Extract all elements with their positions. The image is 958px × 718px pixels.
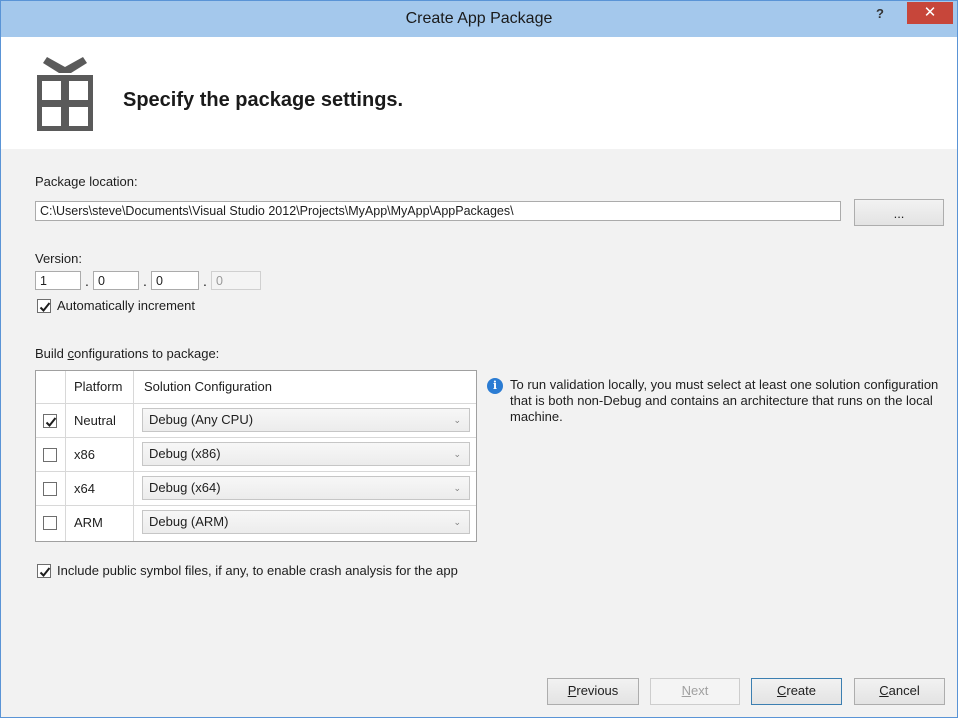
next-button[interactable]: Next [650,678,740,705]
header-panel: Specify the package settings. [1,37,957,149]
version-minor-input[interactable]: 0 [93,271,139,290]
help-button[interactable]: ? [867,3,893,25]
row-checkbox-arm[interactable] [43,516,57,530]
button-label: revious [576,683,619,698]
browse-button[interactable]: ... [854,199,944,226]
solution-configuration-dropdown[interactable]: Debug (ARM) ⌄ [142,510,470,534]
cancel-button[interactable]: Cancel [854,678,945,705]
auto-increment-label: Automatically increment [57,298,195,313]
package-location-label: Package location: [35,174,138,189]
row-platform: Neutral [74,413,116,428]
dropdown-value: Debug (Any CPU) [149,412,254,427]
mnemonic: N [681,683,692,698]
checkmark-icon [45,417,57,427]
previous-button[interactable]: Previous [547,678,639,705]
checkmark-icon [39,302,51,312]
window-title: Create App Package [405,10,553,27]
version-label: Version: [35,251,82,266]
mnemonic: C [776,683,787,698]
label-part: onfigurations to package: [74,346,220,361]
solution-configuration-dropdown[interactable]: Debug (Any CPU) ⌄ [142,408,470,432]
create-button[interactable]: Create [751,678,842,705]
version-separator: . [143,273,147,289]
version-separator: . [85,273,89,289]
info-message: To run validation locally, you must sele… [510,377,939,424]
build-configurations-label: Build configurations to package: [35,346,219,361]
button-label: reate [786,683,817,698]
row-platform: x86 [74,447,95,462]
chevron-down-icon: ⌄ [453,483,461,493]
column-header-solution-configuration[interactable]: Solution Configuration [144,379,272,394]
version-revision-input: 0 [211,271,261,290]
auto-increment-checkbox[interactable] [37,299,51,313]
button-label: ext [691,683,709,698]
chevron-down-icon: ⌄ [453,415,461,425]
create-app-package-dialog: Create App Package ? ✕ Specify the packa… [0,0,958,718]
solution-configuration-dropdown[interactable]: Debug (x86) ⌄ [142,442,470,466]
solution-configuration-dropdown[interactable]: Debug (x64) ⌄ [142,476,470,500]
chevron-down-icon: ⌄ [453,449,461,459]
close-button[interactable]: ✕ [907,2,953,24]
title-bar[interactable]: Create App Package ? ✕ [1,1,957,37]
row-checkbox-neutral[interactable] [43,414,57,428]
dropdown-value: Debug (x86) [149,446,221,461]
row-platform: x64 [74,481,95,496]
checkmark-icon [39,567,51,577]
row-checkbox-x86[interactable] [43,448,57,462]
dropdown-value: Debug (x64) [149,480,221,495]
column-header-platform[interactable]: Platform [74,379,122,394]
build-configurations-grid: Platform Solution Configuration Neutral … [35,370,477,542]
version-major-input[interactable]: 1 [35,271,81,290]
mnemonic: C [879,683,889,698]
version-separator: . [203,273,207,289]
include-symbols-label: Include public symbol files, if any, to … [57,563,458,578]
version-build-input[interactable]: 0 [151,271,199,290]
include-symbols-checkbox[interactable] [37,564,51,578]
package-location-input[interactable]: C:\Users\steve\Documents\Visual Studio 2… [35,201,841,221]
label-part: Build [35,346,68,361]
page-title: Specify the package settings. [123,89,404,111]
package-icon [37,57,93,131]
dropdown-value: Debug (ARM) [149,514,229,529]
chevron-down-icon: ⌄ [453,517,461,527]
info-icon: i [487,378,503,394]
row-checkbox-x64[interactable] [43,482,57,496]
row-platform: ARM [74,515,103,530]
button-label: ancel [888,683,920,698]
